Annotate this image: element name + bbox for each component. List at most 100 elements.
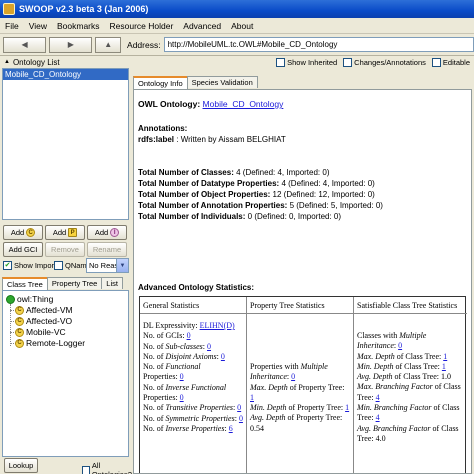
advanced-statistics-heading: Advanced Ontology Statistics: bbox=[138, 283, 255, 292]
checked-checkbox-icon: ✔ bbox=[3, 261, 12, 270]
count-classes: Total Number of Classes: 4 (Defined: 4, … bbox=[138, 168, 330, 177]
menu-resource-holder[interactable]: Resource Holder bbox=[105, 21, 179, 31]
subclasses-count: No. of Sub-classes: 0 bbox=[143, 341, 212, 351]
dl-expressivity-link[interactable]: ELIHN(D) bbox=[200, 321, 235, 330]
tree-root[interactable]: owl:Thing bbox=[6, 294, 53, 304]
back-button[interactable]: ◀ bbox=[3, 36, 47, 53]
show-imports-toggle[interactable]: ✔ Show Imports bbox=[3, 261, 60, 270]
functional-count: No. of Functional Properties: 0 bbox=[143, 362, 201, 382]
tab-property-tree[interactable]: Property Tree bbox=[46, 277, 103, 289]
tab-ontology-info[interactable]: Ontology Info bbox=[133, 76, 188, 89]
forward-button[interactable]: ▶ bbox=[49, 36, 93, 53]
inverse-count: No. of Inverse Properties: 6 bbox=[143, 423, 233, 433]
home-button[interactable]: ▲ bbox=[95, 36, 122, 53]
lookup-button[interactable]: Lookup bbox=[4, 458, 38, 473]
checkbox-icon: ✔ bbox=[82, 465, 90, 474]
column-header: Property Tree Statistics bbox=[247, 297, 353, 314]
class-max-depth: Max. Depth of Class Tree: 1 bbox=[357, 351, 448, 361]
tab-list[interactable]: List bbox=[101, 277, 123, 289]
checkbox-icon: ✔ bbox=[54, 261, 63, 270]
all-ontologies-toggle[interactable]: ✔ All Ontologies? bbox=[82, 461, 133, 474]
forward-arrow-icon: ▶ bbox=[67, 40, 74, 49]
checkbox-icon: ✔ bbox=[343, 58, 353, 67]
property-tree-statistics-body: Properties with Multiple Inheritance: 0 M… bbox=[247, 314, 353, 437]
class-tree: owl:Thing C Affected-VM C Affected-VO C … bbox=[2, 290, 129, 457]
changes-annotations-toggle[interactable]: ✔Changes/Annotations bbox=[343, 58, 426, 67]
app-icon bbox=[3, 3, 15, 15]
class-min-depth: Min. Depth of Class Tree: 1 bbox=[357, 361, 446, 371]
address-input[interactable] bbox=[163, 37, 474, 52]
property-min-depth: Min. Depth of Property Tree: 1 bbox=[250, 403, 350, 413]
ontology-info-content: OWL Ontology: Mobile_CD_Ontology Annotat… bbox=[133, 89, 472, 474]
gcis-count: No. of GCIs: 0 bbox=[143, 331, 191, 341]
menu-file[interactable]: File bbox=[0, 21, 24, 31]
address-label: Address: bbox=[127, 39, 161, 50]
tree-node-mobile-vc[interactable]: C Mobile-VC bbox=[15, 327, 66, 337]
count-datatype-properties: Total Number of Datatype Properties: 4 (… bbox=[138, 179, 375, 188]
class-multiple-inheritance: Classes with Multiple Inheritance: 0 bbox=[357, 331, 427, 351]
count-object-properties: Total Number of Object Properties: 12 (D… bbox=[138, 190, 375, 199]
ontology-link[interactable]: Mobile_CD_Ontology bbox=[203, 99, 284, 109]
view-options: ✔Show Inherited ✔Changes/Annotations ✔Ed… bbox=[276, 58, 470, 67]
owl-thing-icon bbox=[6, 294, 15, 304]
count-individuals: Total Number of Individuals: 0 (Defined:… bbox=[138, 212, 342, 221]
tree-node-affected-vm[interactable]: C Affected-VM bbox=[15, 305, 73, 315]
class-tree-statistics-body: Classes with Multiple Inheritance: 0 Max… bbox=[354, 314, 467, 447]
tab-class-tree[interactable]: Class Tree bbox=[2, 277, 48, 290]
property-multiple-inheritance: Properties with Multiple Inheritance: 0 bbox=[250, 362, 328, 382]
disjoint-count: No. of Disjoint Axioms: 0 bbox=[143, 351, 225, 361]
add-property-button[interactable]: Add P bbox=[45, 225, 85, 240]
class-icon: C bbox=[15, 305, 24, 315]
menu-bar: File View Bookmarks Resource Holder Adva… bbox=[0, 18, 474, 34]
show-inherited-toggle[interactable]: ✔Show Inherited bbox=[276, 58, 337, 67]
individual-icon: I bbox=[110, 228, 120, 237]
add-individual-button[interactable]: Add I bbox=[87, 225, 127, 240]
ontology-list-header[interactable]: ▲ Ontology List bbox=[0, 56, 131, 68]
class-icon: C bbox=[15, 316, 24, 326]
collapse-triangle-icon: ▲ bbox=[4, 59, 10, 65]
add-class-button[interactable]: Add C bbox=[3, 225, 43, 240]
right-panel: ✔Show Inherited ✔Changes/Annotations ✔Ed… bbox=[131, 56, 474, 474]
symmetric-count: No. of Symmetric Properties: 0 bbox=[143, 413, 243, 423]
menu-view[interactable]: View bbox=[24, 21, 52, 31]
up-arrow-icon: ▲ bbox=[104, 40, 113, 49]
ontology-list[interactable]: Mobile_CD_Ontology bbox=[2, 68, 129, 220]
class-min-branching: Min. Branching Factor of Class Tree: 4 bbox=[357, 403, 460, 423]
general-statistics-body: DL Expressivity: ELIHN(D) No. of GCIs: 0… bbox=[140, 314, 246, 437]
checkbox-icon: ✔ bbox=[276, 58, 286, 67]
rename-button[interactable]: Rename bbox=[87, 242, 127, 257]
left-tabs: Class Tree Property Tree List bbox=[2, 277, 123, 290]
add-gci-button[interactable]: Add GCI bbox=[3, 242, 43, 257]
title-bar: SWOOP v2.3 beta 3 (Jan 2006) bbox=[0, 0, 474, 18]
address-toolbar: ◀ ▶ ▲ Address: bbox=[0, 34, 474, 56]
ontology-item[interactable]: Mobile_CD_Ontology bbox=[3, 69, 128, 80]
tree-node-remote-logger[interactable]: C Remote-Logger bbox=[15, 338, 85, 348]
column-header: General Statistics bbox=[140, 297, 246, 314]
annotations-heading: Annotations: bbox=[138, 124, 188, 133]
class-icon: C bbox=[26, 228, 36, 237]
count-annotation-properties: Total Number of Annotation Properties: 5… bbox=[138, 201, 383, 210]
menu-advanced[interactable]: Advanced bbox=[178, 21, 226, 31]
property-icon: P bbox=[68, 228, 78, 237]
editable-toggle[interactable]: ✔Editable bbox=[431, 58, 470, 67]
transitive-count: No. of Transitive Properties: 0 bbox=[143, 403, 242, 413]
class-max-branching: Max. Branching Factor of Class Tree: 4 bbox=[357, 382, 461, 402]
remove-button[interactable]: Remove bbox=[45, 242, 85, 257]
statistics-table: General Statistics DL Expressivity: ELIH… bbox=[139, 296, 467, 473]
menu-about[interactable]: About bbox=[226, 21, 258, 31]
property-max-depth: Max. Depth of Property Tree: 1 bbox=[250, 382, 345, 402]
column-header: Satisfiable Class Tree Statistics bbox=[354, 297, 467, 314]
reasoner-select[interactable]: No Reas... ▼ bbox=[86, 258, 129, 273]
dl-expressivity: DL Expressivity: ELIHN(D) bbox=[143, 321, 235, 330]
property-tree-statistics-column: Property Tree Statistics Properties with… bbox=[247, 297, 354, 473]
menu-bookmarks[interactable]: Bookmarks bbox=[52, 21, 105, 31]
back-arrow-icon: ◀ bbox=[21, 40, 28, 49]
property-avg-depth: Avg. Depth of Property Tree: 0.54 bbox=[250, 413, 343, 433]
right-tabs: Ontology Info Species Validation bbox=[133, 76, 258, 89]
tab-species-validation[interactable]: Species Validation bbox=[186, 76, 258, 88]
tree-node-affected-vo[interactable]: C Affected-VO bbox=[15, 316, 72, 326]
dropdown-arrow-icon: ▼ bbox=[116, 259, 128, 272]
class-icon: C bbox=[15, 327, 24, 337]
